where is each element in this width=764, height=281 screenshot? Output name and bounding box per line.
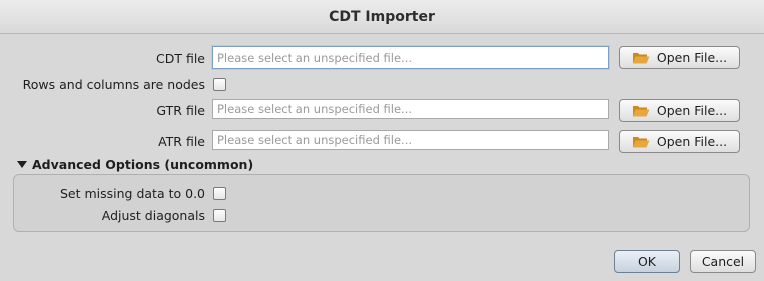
folder-open-icon <box>632 106 650 117</box>
folder-open-icon <box>632 137 650 148</box>
triangle-down-icon <box>17 161 27 168</box>
missing-data-checkbox[interactable] <box>213 187 226 200</box>
advanced-options-title: Advanced Options (uncommon) <box>32 157 254 172</box>
gtr-file-input[interactable] <box>212 99 609 119</box>
adjust-diagonals-checkbox[interactable] <box>213 209 226 222</box>
gtr-file-label: GTR file <box>156 103 205 118</box>
cancel-button[interactable]: Cancel <box>690 250 756 273</box>
gtr-open-file-button[interactable]: Open File... <box>619 99 740 122</box>
cdt-file-label: CDT file <box>156 51 205 66</box>
cdt-open-file-button[interactable]: Open File... <box>619 46 740 69</box>
adjust-diagonals-label: Adjust diagonals <box>101 208 205 223</box>
atr-open-file-label: Open File... <box>656 134 728 149</box>
missing-data-label: Set missing data to 0.0 <box>59 186 205 201</box>
window-title: CDT Importer <box>329 8 435 25</box>
advanced-options-toggle[interactable]: Advanced Options (uncommon) <box>17 157 253 172</box>
nodes-checkbox[interactable] <box>213 78 226 91</box>
folder-open-icon <box>632 53 650 64</box>
cancel-button-label: Cancel <box>701 254 745 269</box>
ok-button-label: OK <box>637 254 657 269</box>
gtr-open-file-label: Open File... <box>656 103 728 118</box>
advanced-options-panel <box>13 174 750 232</box>
nodes-label: Rows and columns are nodes <box>22 77 205 92</box>
cdt-open-file-label: Open File... <box>656 50 728 65</box>
atr-open-file-button[interactable]: Open File... <box>619 130 740 153</box>
atr-file-label: ATR file <box>158 134 205 149</box>
cdt-file-input[interactable] <box>212 46 609 69</box>
cdt-importer-dialog: CDT Importer CDT file Open File... Rows … <box>0 0 764 281</box>
atr-file-input[interactable] <box>212 130 609 150</box>
ok-button[interactable]: OK <box>614 250 680 273</box>
window-titlebar[interactable]: CDT Importer <box>0 0 764 34</box>
